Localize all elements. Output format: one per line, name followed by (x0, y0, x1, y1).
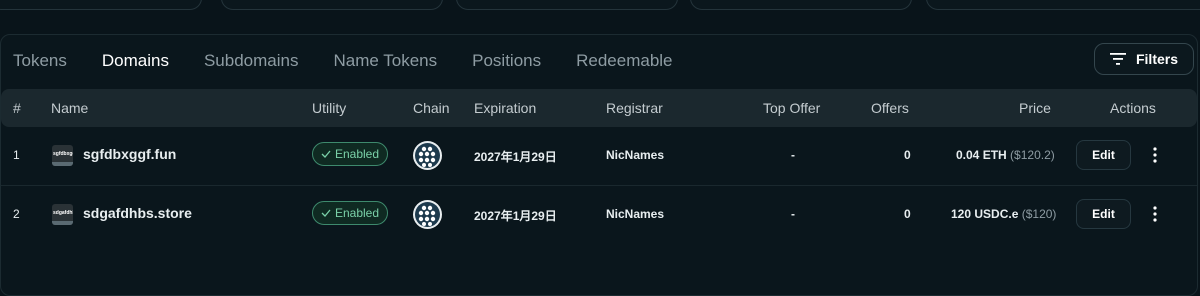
domain-thumbnail: sdgafdhbs (52, 204, 73, 225)
domain-thumbnail: sgfdbxgg (52, 145, 73, 166)
thumbnail-bar (52, 162, 73, 166)
chain-logo-icon (413, 200, 442, 229)
registrar-name: NicNames (606, 207, 665, 221)
utility-status-badge: Enabled (312, 201, 388, 225)
summary-card (221, 0, 443, 10)
col-index: # (13, 100, 21, 116)
offers-count: 0 (904, 148, 911, 162)
tab-domains[interactable]: Domains (102, 49, 169, 75)
thumbnail-text: sdgafdhbs (53, 210, 73, 216)
tab-subdomains[interactable]: Subdomains (204, 49, 299, 75)
col-actions: Actions (1110, 100, 1156, 116)
thumbnail-text: sgfdbxgg (53, 151, 73, 157)
offers-count: 0 (904, 207, 911, 221)
domain-name-link[interactable]: sgfdbxggf.fun (83, 146, 176, 162)
summary-card (0, 0, 202, 10)
col-price[interactable]: Price (1019, 100, 1051, 116)
col-chain[interactable]: Chain (413, 100, 450, 116)
expiration-date: 2027年1月29日 (474, 209, 557, 223)
summary-card (690, 0, 912, 10)
chain-logo-icon (413, 141, 442, 170)
row-index: 1 (13, 148, 20, 162)
checkmark-icon (321, 150, 331, 158)
summary-card (926, 0, 1200, 10)
filters-label: Filters (1135, 51, 1178, 67)
more-options-icon[interactable] (1150, 145, 1160, 165)
top-offer-value: - (791, 148, 795, 162)
price-amount: 0.04 ETH (956, 148, 1007, 162)
price: 120 USDC.e ($120) (951, 207, 1056, 221)
top-summary-cards (0, 0, 1200, 10)
top-offer-value: - (791, 207, 795, 221)
tab-tokens[interactable]: Tokens (13, 49, 67, 75)
edit-button[interactable]: Edit (1076, 140, 1131, 170)
price-usd: ($120) (1021, 207, 1057, 221)
col-offers[interactable]: Offers (871, 100, 909, 116)
tab-redeemable[interactable]: Redeemable (576, 49, 672, 75)
more-options-icon[interactable] (1150, 204, 1160, 224)
filters-button[interactable]: Filters (1094, 43, 1194, 75)
tab-bar: Tokens Domains Subdomains Name Tokens Po… (13, 49, 708, 75)
domain-name-link[interactable]: sdgafdhbs.store (83, 205, 192, 221)
col-top-offer[interactable]: Top Offer (763, 100, 820, 116)
col-expiration[interactable]: Expiration (474, 100, 536, 116)
tab-positions[interactable]: Positions (472, 49, 541, 75)
col-name[interactable]: Name (51, 100, 88, 116)
table-row[interactable]: 2 sdgafdhbs sdgafdhbs.store Enabled 2027… (1, 186, 1197, 244)
price-usd: ($120.2) (1010, 148, 1055, 162)
utility-label: Enabled (334, 206, 380, 220)
utility-status-badge: Enabled (312, 142, 388, 166)
col-registrar[interactable]: Registrar (606, 100, 663, 116)
utility-label: Enabled (334, 147, 380, 161)
price-amount: 120 USDC.e (951, 207, 1019, 221)
table-header: # Name Utility Chain Expiration Registra… (1, 89, 1197, 127)
registrar-name: NicNames (606, 148, 665, 162)
row-index: 2 (13, 207, 20, 221)
filter-lines-icon (1109, 53, 1126, 65)
price: 0.04 ETH ($120.2) (956, 148, 1055, 162)
edit-button[interactable]: Edit (1076, 199, 1131, 229)
col-utility[interactable]: Utility (312, 100, 346, 116)
checkmark-icon (321, 209, 331, 217)
portfolio-panel: Tokens Domains Subdomains Name Tokens Po… (0, 34, 1198, 296)
thumbnail-bar (52, 221, 73, 225)
tab-name-tokens[interactable]: Name Tokens (333, 49, 437, 75)
table-row[interactable]: 1 sgfdbxgg sgfdbxggf.fun Enabled 2027年1月… (1, 127, 1197, 186)
expiration-date: 2027年1月29日 (474, 150, 557, 164)
summary-card (456, 0, 678, 10)
